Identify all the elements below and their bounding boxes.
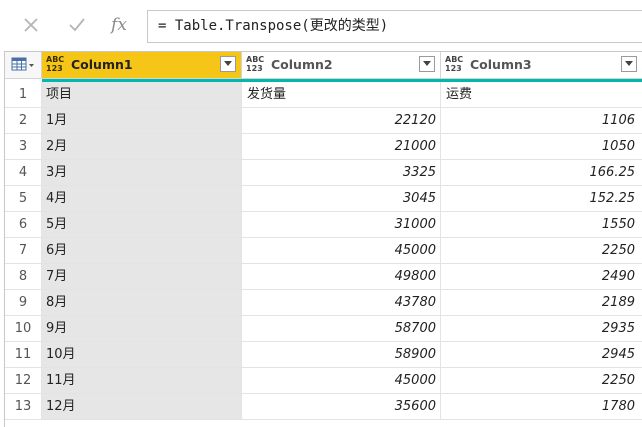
cell-column2[interactable]: 43780 [242, 290, 441, 316]
type-any-icon[interactable]: ABC 123 [46, 55, 68, 73]
cell-column2[interactable]: 58900 [242, 342, 441, 368]
table-row[interactable]: 12 11月 45000 2250 [5, 368, 642, 394]
table-row[interactable]: 4 3月 3325 166.25 [5, 160, 642, 186]
chevron-down-icon [625, 61, 633, 66]
cell-column3[interactable]: 运费 [441, 82, 642, 108]
cell-column2[interactable]: 发货量 [242, 82, 441, 108]
cell-column3[interactable]: 1780 [441, 394, 642, 420]
row-number: 5 [5, 186, 42, 212]
table-row[interactable]: 2 1月 22120 1106 [5, 108, 642, 134]
cell-column1[interactable]: 项目 [42, 82, 242, 108]
table-row[interactable]: 5 4月 3045 152.25 [5, 186, 642, 212]
cell-column1[interactable]: 1月 [42, 108, 242, 134]
row-number: 3 [5, 134, 42, 160]
type-any-icon[interactable]: ABC 123 [445, 55, 467, 73]
commit-button[interactable] [62, 10, 92, 40]
row-number: 9 [5, 290, 42, 316]
row-number: 11 [5, 342, 42, 368]
close-icon [24, 18, 38, 32]
cell-column2[interactable]: 21000 [242, 134, 441, 160]
cell-column2[interactable]: 49800 [242, 264, 441, 290]
cell-column3[interactable]: 2250 [441, 238, 642, 264]
filter-dropdown-button[interactable] [220, 56, 236, 72]
cell-column2[interactable]: 58700 [242, 316, 441, 342]
column-name: Column1 [71, 57, 133, 72]
cell-column3[interactable]: 1550 [441, 212, 642, 238]
cell-column1[interactable]: 5月 [42, 212, 242, 238]
column-header-3[interactable]: ABC 123 Column3 [441, 52, 642, 79]
filter-dropdown-button[interactable] [621, 56, 637, 72]
cell-column1[interactable]: 7月 [42, 264, 242, 290]
formula-input[interactable]: = Table.Transpose(更改的类型) [147, 10, 642, 43]
table-row[interactable]: 6 5月 31000 1550 [5, 212, 642, 238]
type-any-icon[interactable]: ABC 123 [246, 55, 268, 73]
table-row[interactable]: 10 9月 58700 2935 [5, 316, 642, 342]
data-grid: ABC 123 Column1 ABC 123 Column2 ABC 123 Col… [4, 51, 642, 427]
fx-label: fx [111, 15, 127, 35]
cell-column2[interactable]: 45000 [242, 368, 441, 394]
table-row[interactable]: 8 7月 49800 2490 [5, 264, 642, 290]
column-name: Column3 [470, 57, 532, 72]
cell-column1[interactable]: 8月 [42, 290, 242, 316]
cell-column1[interactable]: 10月 [42, 342, 242, 368]
cell-column3[interactable]: 2935 [441, 316, 642, 342]
cell-column1[interactable]: 2月 [42, 134, 242, 160]
table-row[interactable]: 7 6月 45000 2250 [5, 238, 642, 264]
cell-column2[interactable]: 45000 [242, 238, 441, 264]
cell-column2[interactable]: 3325 [242, 160, 441, 186]
chevron-down-icon [423, 61, 431, 66]
column-name: Column2 [271, 57, 333, 72]
cell-column2[interactable]: 35600 [242, 394, 441, 420]
table-icon [11, 57, 34, 71]
row-number: 12 [5, 368, 42, 394]
cancel-button[interactable] [16, 10, 46, 40]
cell-column2[interactable]: 22120 [242, 108, 441, 134]
row-number: 1 [5, 82, 42, 108]
table-menu-button[interactable] [5, 52, 42, 79]
row-number: 7 [5, 238, 42, 264]
cell-column2[interactable]: 31000 [242, 212, 441, 238]
check-icon [69, 18, 85, 32]
cell-column2[interactable]: 3045 [242, 186, 441, 212]
column-header-1[interactable]: ABC 123 Column1 [42, 52, 242, 79]
row-number: 10 [5, 316, 42, 342]
table-row[interactable]: 9 8月 43780 2189 [5, 290, 642, 316]
cell-column1[interactable]: 11月 [42, 368, 242, 394]
formula-bar: fx = Table.Transpose(更改的类型) [0, 0, 642, 48]
cell-column3[interactable]: 152.25 [441, 186, 642, 212]
row-number: 13 [5, 394, 42, 420]
cell-column1[interactable]: 9月 [42, 316, 242, 342]
cell-column1[interactable]: 12月 [42, 394, 242, 420]
table-row[interactable]: 13 12月 35600 1780 [5, 394, 642, 420]
cell-column1[interactable]: 6月 [42, 238, 242, 264]
column-header-2[interactable]: ABC 123 Column2 [242, 52, 441, 79]
cell-column3[interactable]: 2490 [441, 264, 642, 290]
row-number: 6 [5, 212, 42, 238]
cell-column1[interactable]: 3月 [42, 160, 242, 186]
table-row[interactable]: 3 2月 21000 1050 [5, 134, 642, 160]
cell-column1[interactable]: 4月 [42, 186, 242, 212]
row-number: 2 [5, 108, 42, 134]
table-row[interactable]: 1 项目 发货量 运费 [5, 82, 642, 108]
cell-column3[interactable]: 2945 [441, 342, 642, 368]
cell-column3[interactable]: 166.25 [441, 160, 642, 186]
cell-column3[interactable]: 2189 [441, 290, 642, 316]
chevron-down-icon [224, 61, 232, 66]
fx-button[interactable]: fx [104, 10, 134, 40]
table-row[interactable]: 11 10月 58900 2945 [5, 342, 642, 368]
cell-column3[interactable]: 1106 [441, 108, 642, 134]
filter-dropdown-button[interactable] [419, 56, 435, 72]
cell-column3[interactable]: 2250 [441, 368, 642, 394]
row-number: 8 [5, 264, 42, 290]
row-number: 4 [5, 160, 42, 186]
cell-column3[interactable]: 1050 [441, 134, 642, 160]
